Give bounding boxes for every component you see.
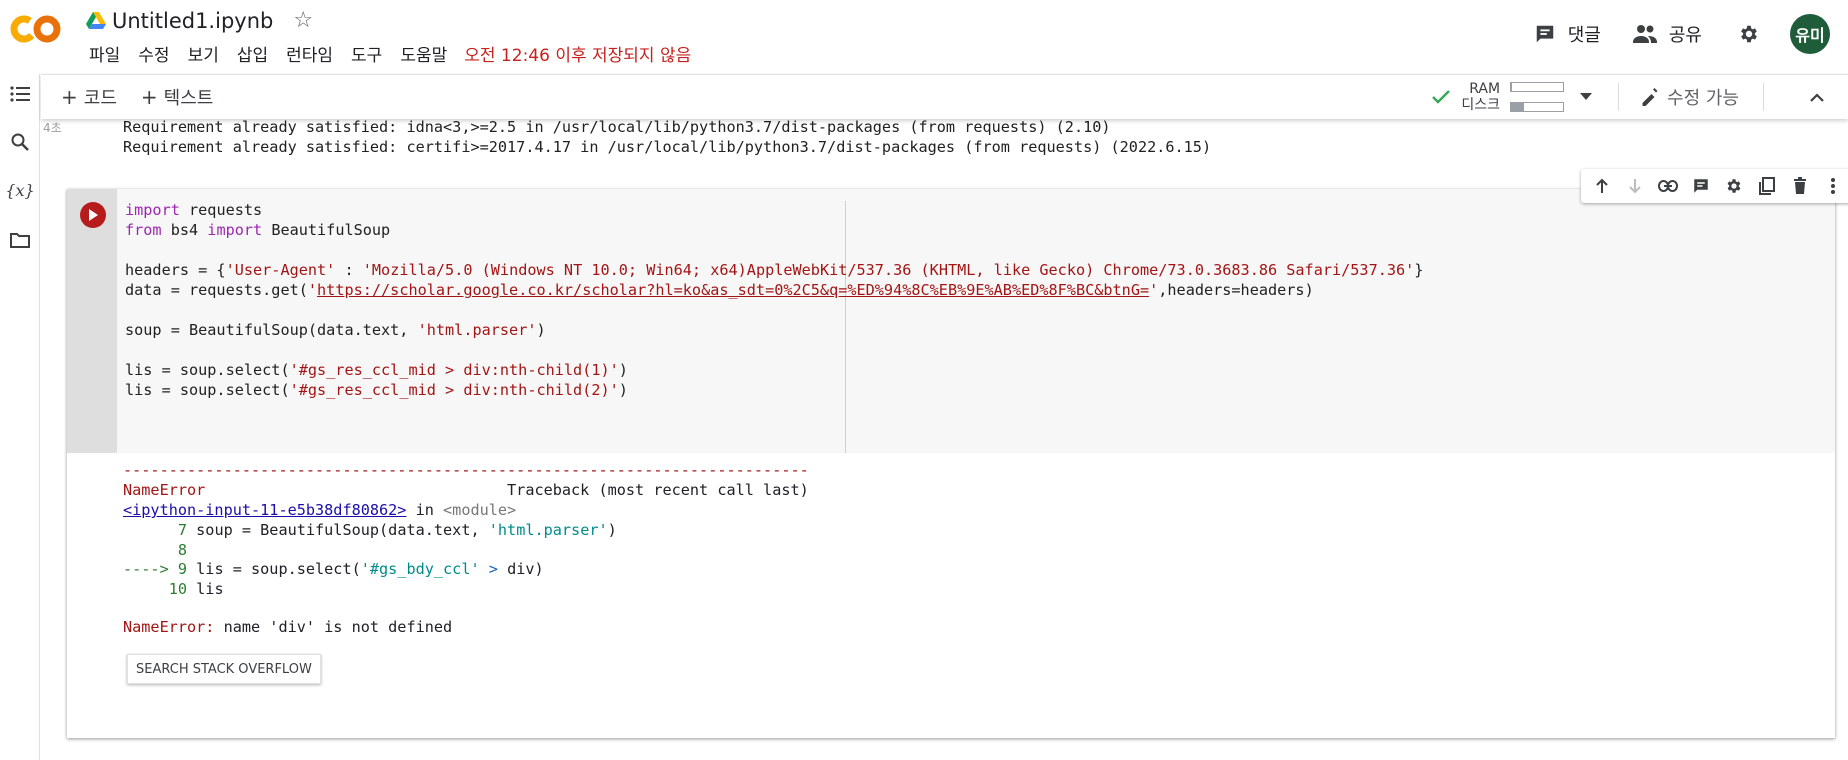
check-icon	[1432, 90, 1451, 104]
comments-label: 댓글	[1567, 25, 1601, 46]
edit-mode-button[interactable]: 수정 가능	[1641, 84, 1739, 110]
code-cell[interactable]: import requests from bs4 import Beautifu…	[67, 169, 1848, 738]
traceback-dashes: ----------------------------------------…	[123, 461, 809, 479]
ram-bar-fill	[1511, 83, 1513, 91]
plus-icon: +	[61, 85, 78, 109]
line-length-ruler	[845, 201, 846, 453]
add-code-label: 코드	[83, 88, 117, 109]
code-line: soup = BeautifulSoup(data.text, 'html.pa…	[125, 321, 546, 339]
left-sidebar: {x}	[0, 74, 40, 760]
menu-bar: 파일 수정 보기 삽입 런타임 도구 도움말 오전 12:46 이후 저장되지 …	[80, 36, 691, 70]
caret-down-icon[interactable]	[1580, 93, 1593, 101]
menu-file[interactable]: 파일	[80, 41, 129, 66]
mirror-cell-icon[interactable]	[1755, 174, 1779, 198]
people-icon	[1632, 25, 1657, 43]
cell-gutter	[67, 189, 117, 453]
play-icon	[89, 209, 98, 221]
code-editor[interactable]: import requests from bs4 import Beautifu…	[117, 189, 1835, 453]
variables-icon[interactable]: {x}	[5, 176, 34, 204]
code-line: lis = soup.select('#gs_res_ccl_mid > div…	[125, 361, 628, 379]
avatar[interactable]: 유미	[1790, 14, 1830, 54]
code-line: headers = {'User-Agent' : 'Mozilla/5.0 (…	[125, 261, 1424, 279]
search-icon[interactable]	[6, 128, 34, 156]
output-line: Requirement already satisfied: certifi>=…	[123, 138, 1212, 156]
comment-icon	[1536, 25, 1553, 43]
previous-cell-output: 4초 Requirement already satisfied: idna<3…	[41, 118, 1848, 169]
menu-edit[interactable]: 수정	[129, 41, 178, 66]
exec-time: 4초	[43, 121, 62, 135]
disk-bar-fill	[1511, 103, 1525, 111]
traceback-line: 7 soup = BeautifulSoup(data.text, 'html.…	[123, 521, 617, 539]
notebook-toolbar: + 코드 + 텍스트 RAM 디스크 수정 가능	[41, 74, 1848, 119]
link-icon[interactable]	[1656, 174, 1680, 198]
share-label: 공유	[1668, 25, 1702, 46]
cell-toolbar	[1581, 169, 1848, 203]
disk-label: 디스크	[1461, 97, 1501, 113]
menu-help[interactable]: 도움말	[391, 41, 456, 66]
add-text-button[interactable]: + 텍스트	[141, 84, 213, 110]
run-cell-button[interactable]	[80, 202, 106, 228]
code-line: from bs4 import BeautifulSoup	[125, 221, 391, 239]
more-vert-icon[interactable]	[1821, 174, 1845, 198]
pencil-icon	[1642, 88, 1658, 106]
error-message: NameError: name 'div' is not defined	[123, 618, 453, 636]
resource-indicator[interactable]: RAM 디스크	[1431, 81, 1565, 113]
comments-button[interactable]: 댓글	[1534, 21, 1601, 47]
search-stack-overflow-button[interactable]: SEARCH STACK OVERFLOW	[127, 654, 321, 684]
code-line: lis = soup.select('#gs_res_ccl_mid > div…	[125, 381, 628, 399]
gear-icon	[1741, 25, 1757, 43]
google-drive-icon[interactable]	[86, 12, 106, 30]
menu-tools[interactable]: 도구	[342, 41, 391, 66]
output-line: Requirement already satisfied: idna<3,>=…	[123, 118, 1111, 136]
notebook-title[interactable]: Untitled1.ipynb	[112, 9, 273, 33]
settings-button[interactable]	[1738, 23, 1760, 45]
notebook-main: 4초 Requirement already satisfied: idna<3…	[41, 118, 1848, 760]
star-icon[interactable]: ☆	[293, 10, 313, 32]
toolbar-divider	[1763, 83, 1764, 111]
code-line: import requests	[125, 201, 263, 219]
toc-icon[interactable]	[6, 80, 34, 108]
save-status[interactable]: 오전 12:46 이후 저장되지 않음	[464, 41, 691, 66]
ipython-input-link[interactable]: <ipython-input-11-e5b38df80862>	[123, 501, 406, 519]
arrow-down-icon[interactable]	[1623, 174, 1647, 198]
trash-icon[interactable]	[1788, 174, 1812, 198]
menu-insert[interactable]: 삽입	[228, 41, 277, 66]
folder-icon[interactable]	[6, 226, 34, 254]
code-line: data = requests.get('https://scholar.goo…	[125, 281, 1314, 299]
plus-icon: +	[140, 85, 158, 109]
menu-runtime[interactable]: 런타임	[277, 41, 342, 66]
traceback-line: 8	[123, 541, 188, 559]
disk-bar	[1510, 102, 1565, 112]
share-button[interactable]: 공유	[1632, 21, 1702, 47]
traceback-line: 10 lis	[123, 580, 224, 598]
code-url-link[interactable]: https://scholar.google.co.kr/scholar?hl=…	[317, 281, 1149, 299]
header-actions: 댓글 공유 유미	[1502, 14, 1830, 54]
file-area: Untitled1.ipynb ☆ 파일 수정 보기 삽입 런타임 도구 도움말…	[86, 6, 691, 70]
arrow-up-icon[interactable]	[1590, 174, 1614, 198]
traceback-line: ----> 9 lis = soup.select('#gs_bdy_ccl' …	[123, 560, 544, 578]
app-header: Untitled1.ipynb ☆ 파일 수정 보기 삽입 런타임 도구 도움말…	[0, 0, 1848, 74]
menu-view[interactable]: 보기	[179, 41, 228, 66]
comment-icon[interactable]	[1689, 174, 1713, 198]
ram-bar	[1510, 82, 1565, 92]
gear-icon[interactable]	[1722, 174, 1746, 198]
toolbar-divider	[1618, 83, 1620, 111]
chevron-up-icon[interactable]	[1810, 92, 1824, 102]
add-text-label: 텍스트	[163, 88, 214, 109]
ram-label: RAM	[1469, 81, 1501, 97]
traceback-location: <ipython-input-11-e5b38df80862> in <modu…	[123, 501, 517, 519]
traceback-header: NameError Traceback (most recent call la…	[123, 481, 809, 499]
edit-mode-label: 수정 가능	[1667, 88, 1739, 109]
colab-logo[interactable]	[10, 10, 62, 48]
add-code-button[interactable]: + 코드	[61, 84, 117, 110]
